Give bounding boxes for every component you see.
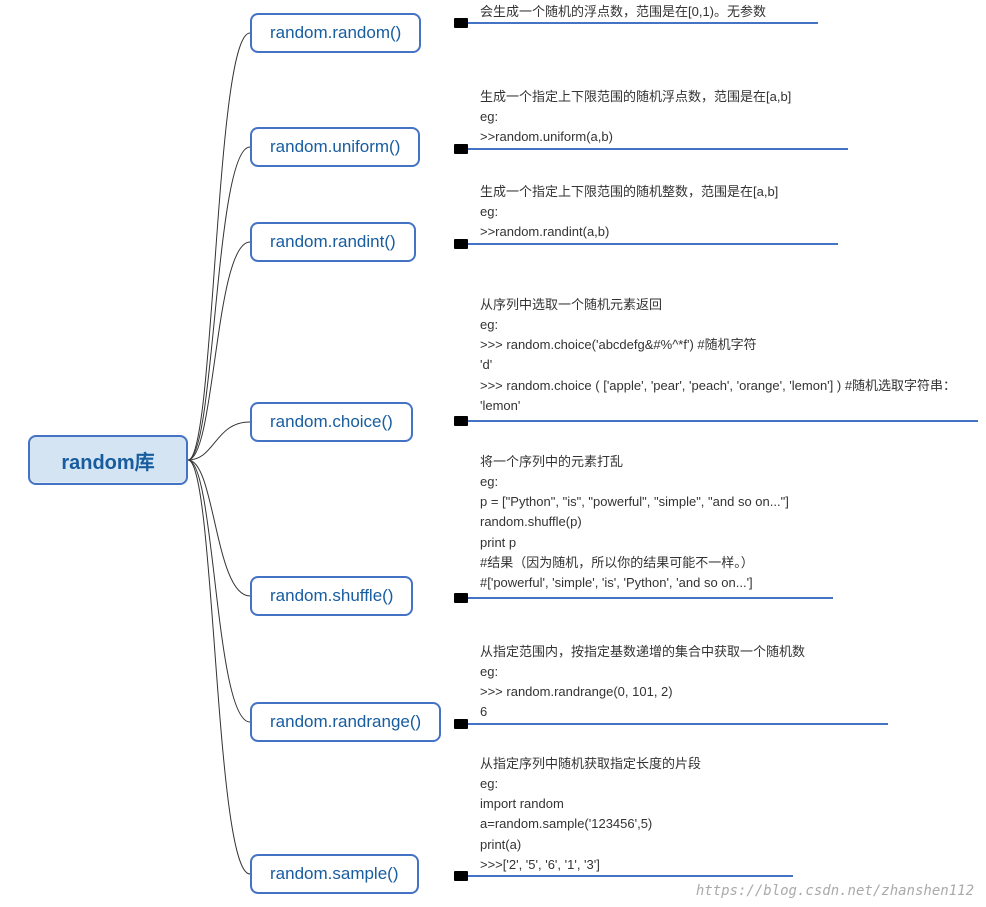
root-node: random库 (28, 435, 188, 485)
desc-choice: 从序列中选取一个随机元素返回 eg: >>> random.choice('ab… (480, 295, 980, 416)
underline-choice (468, 420, 978, 422)
node-random-randrange: random.randrange() (250, 702, 441, 742)
node-label: random.sample() (270, 864, 399, 884)
node-label: random.shuffle() (270, 586, 393, 606)
node-random-sample: random.sample() (250, 854, 419, 894)
desc-randint: 生成一个指定上下限范围的随机整数，范围是在[a,b] eg: >>random.… (480, 182, 980, 242)
node-label: random.random() (270, 23, 401, 43)
underline-shuffle (468, 597, 833, 599)
watermark: https://blog.csdn.net/zhanshen112 (696, 883, 974, 899)
node-random-shuffle: random.shuffle() (250, 576, 413, 616)
underline-randint (468, 243, 838, 245)
node-random-uniform: random.uniform() (250, 127, 420, 167)
node-label: random.randint() (270, 232, 396, 252)
desc-shuffle: 将一个序列中的元素打乱 eg: p = ["Python", "is", "po… (480, 452, 980, 593)
underline-random (468, 22, 818, 24)
node-random-random: random.random() (250, 13, 421, 53)
desc-uniform: 生成一个指定上下限范围的随机浮点数，范围是在[a,b] eg: >>random… (480, 87, 980, 147)
desc-random: 会生成一个随机的浮点数，范围是在[0,1)。无参数 (480, 2, 980, 22)
underline-uniform (468, 148, 848, 150)
node-random-choice: random.choice() (250, 402, 413, 442)
node-label: random.uniform() (270, 137, 400, 157)
node-label: random.choice() (270, 412, 393, 432)
root-label: random库 (61, 446, 154, 475)
node-random-randint: random.randint() (250, 222, 416, 262)
underline-randrange (468, 723, 888, 725)
node-label: random.randrange() (270, 712, 421, 732)
desc-sample: 从指定序列中随机获取指定长度的片段 eg: import random a=ra… (480, 754, 980, 875)
desc-randrange: 从指定范围内，按指定基数递增的集合中获取一个随机数 eg: >>> random… (480, 642, 980, 723)
underline-sample (468, 875, 793, 877)
